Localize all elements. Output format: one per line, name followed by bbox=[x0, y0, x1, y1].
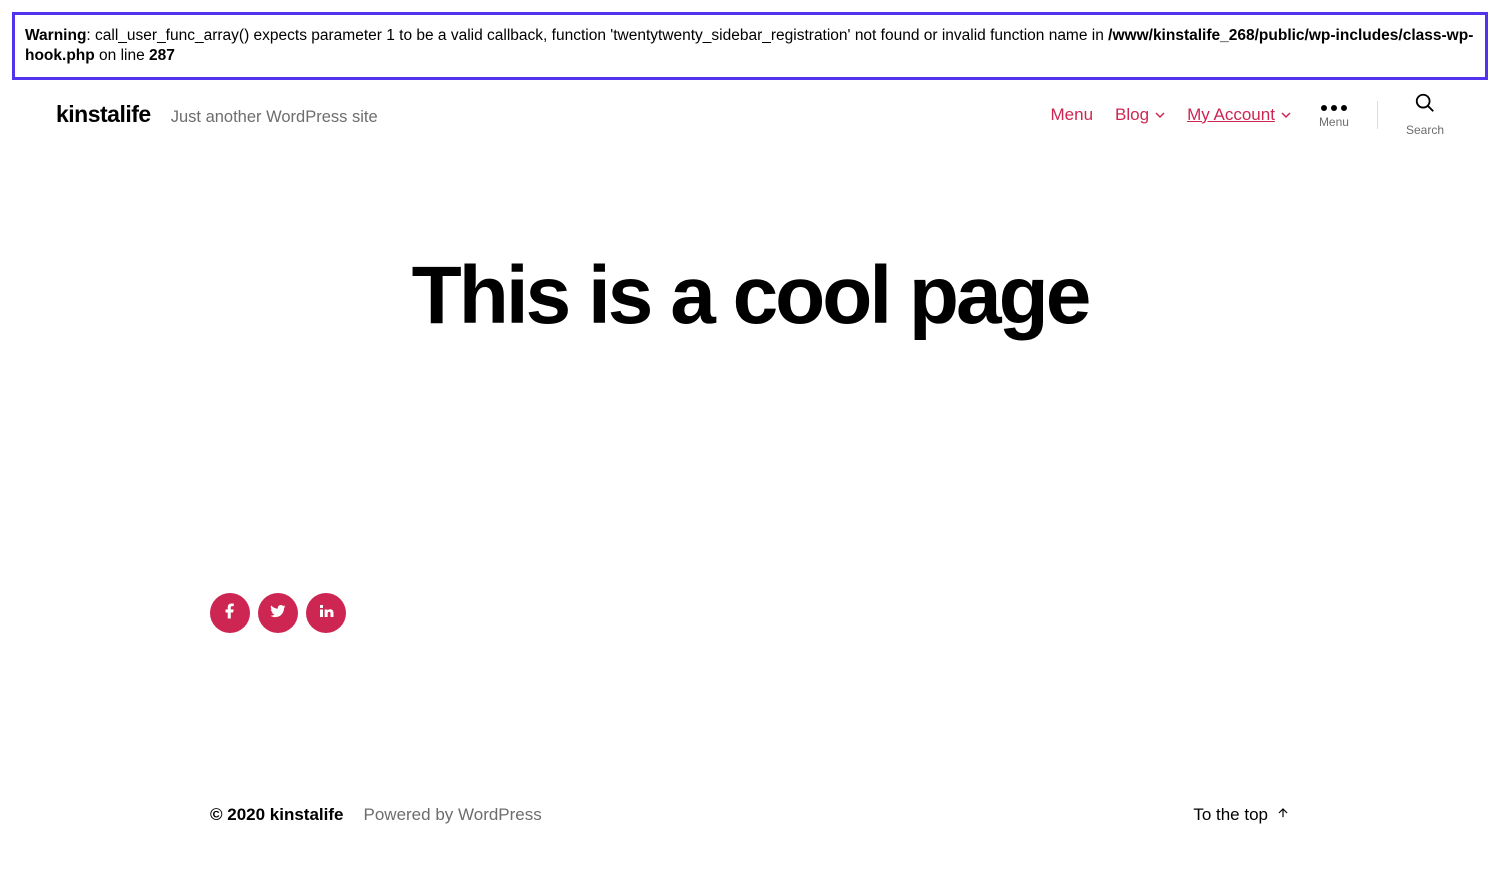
nav-blog[interactable]: Blog bbox=[1115, 105, 1165, 125]
site-tagline: Just another WordPress site bbox=[171, 108, 378, 127]
to-top-label: To the top bbox=[1193, 805, 1268, 825]
ellipsis-icon bbox=[1321, 101, 1347, 111]
twitter-link[interactable] bbox=[258, 593, 298, 633]
menu-toggle-label: Menu bbox=[1319, 115, 1349, 129]
facebook-icon bbox=[221, 602, 239, 625]
menu-toggle[interactable]: Menu bbox=[1319, 101, 1349, 129]
chevron-down-icon bbox=[1155, 110, 1165, 120]
warning-message: : call_user_func_array() expects paramet… bbox=[86, 27, 1108, 44]
search-icon bbox=[1414, 92, 1436, 119]
copyright: © 2020 kinstalife bbox=[210, 805, 344, 825]
site-footer: © 2020 kinstalife Powered by WordPress T… bbox=[0, 805, 1500, 825]
vertical-separator bbox=[1377, 101, 1378, 129]
primary-nav: Menu Blog My Account bbox=[1051, 105, 1291, 125]
header-left: kinstalife Just another WordPress site bbox=[56, 101, 378, 128]
warning-online: on line bbox=[95, 47, 149, 64]
nav-menu-label: Menu bbox=[1051, 105, 1094, 125]
nav-account-label: My Account bbox=[1187, 105, 1275, 125]
header-right: Menu Blog My Account Menu bbox=[1051, 92, 1445, 137]
search-toggle-label: Search bbox=[1406, 123, 1444, 137]
powered-by[interactable]: Powered by WordPress bbox=[364, 805, 542, 825]
arrow-up-icon bbox=[1276, 805, 1290, 825]
chevron-down-icon bbox=[1281, 110, 1291, 120]
page-title: This is a cool page bbox=[0, 249, 1500, 343]
linkedin-link[interactable] bbox=[306, 593, 346, 633]
facebook-link[interactable] bbox=[210, 593, 250, 633]
nav-blog-label: Blog bbox=[1115, 105, 1149, 125]
nav-my-account[interactable]: My Account bbox=[1187, 105, 1291, 125]
warning-line: 287 bbox=[149, 47, 175, 64]
nav-menu[interactable]: Menu bbox=[1051, 105, 1094, 125]
linkedin-icon bbox=[317, 602, 335, 625]
site-title[interactable]: kinstalife bbox=[56, 101, 151, 128]
site-header: kinstalife Just another WordPress site M… bbox=[0, 80, 1500, 149]
search-toggle[interactable]: Search bbox=[1406, 92, 1444, 137]
twitter-icon bbox=[269, 602, 287, 625]
to-top-link[interactable]: To the top bbox=[1193, 805, 1290, 825]
warning-label: Warning bbox=[25, 27, 86, 44]
footer-left: © 2020 kinstalife Powered by WordPress bbox=[210, 805, 542, 825]
php-warning-box: Warning: call_user_func_array() expects … bbox=[12, 12, 1488, 80]
social-links bbox=[210, 593, 1500, 633]
